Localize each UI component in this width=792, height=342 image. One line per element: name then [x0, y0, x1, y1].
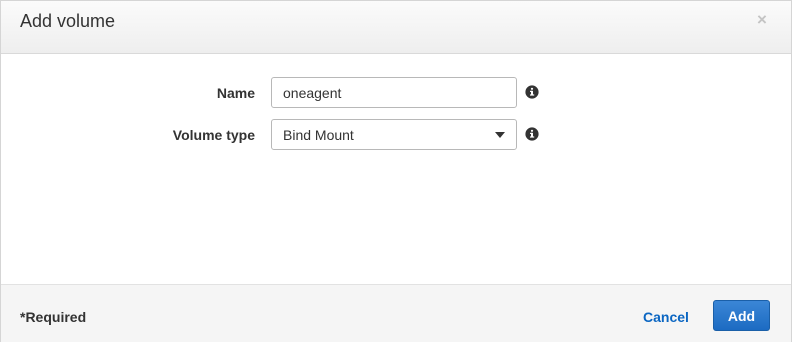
volume-type-label: Volume type — [172, 127, 255, 143]
info-icon[interactable] — [525, 85, 539, 99]
required-note: *Required — [20, 309, 87, 325]
caret-down-icon — [495, 132, 505, 138]
add-volume-dialog: Add volume × Name Volume type Bind Mount… — [0, 0, 792, 342]
dialog-footer: *Required Cancel Add — [1, 284, 791, 342]
dialog-title: Add volume — [20, 11, 116, 31]
add-button[interactable]: Add — [713, 300, 770, 331]
volume-type-selected-value: Bind Mount — [283, 127, 354, 143]
close-icon[interactable]: × — [755, 11, 769, 28]
cancel-button[interactable]: Cancel — [643, 309, 689, 325]
info-icon[interactable] — [525, 127, 539, 141]
name-row: Name — [1, 77, 791, 109]
dialog-header: Add volume × — [1, 1, 791, 54]
name-input[interactable] — [271, 77, 517, 108]
volume-type-row: Volume type Bind Mount — [1, 119, 791, 151]
volume-type-select[interactable]: Bind Mount — [271, 119, 517, 150]
name-label: Name — [216, 85, 255, 101]
